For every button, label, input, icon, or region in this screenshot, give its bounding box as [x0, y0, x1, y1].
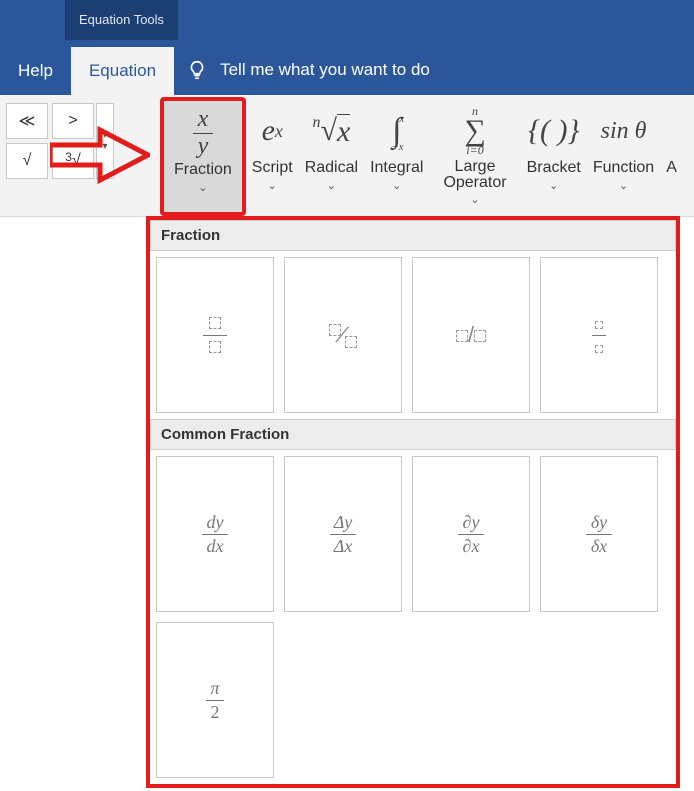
script-icon: ex [262, 103, 283, 159]
fraction-button-highlight: xy Fraction ⌄ [160, 97, 246, 216]
chevron-down-icon: ⌄ [619, 179, 628, 192]
fraction-Delta-y-Delta-x[interactable]: ΔyΔx [284, 456, 402, 612]
large-operator-label: Large Operator [443, 159, 506, 191]
script-button[interactable]: ex Script ⌄ [246, 97, 299, 216]
radical-button[interactable]: n√x Radical ⌄ [299, 97, 364, 216]
accent-label: A [666, 159, 677, 177]
sigma-icon: n ∑ i=0 [464, 103, 485, 159]
tab-equation[interactable]: Equation [71, 47, 174, 95]
dropdown-section-common: Common Fraction [150, 419, 676, 450]
bracket-button[interactable]: {( )} Bracket ⌄ [521, 97, 587, 216]
ribbon: ≪ > √ 3√ ▾▾ xy Fraction ⌄ ex Script ⌄ n√… [0, 95, 694, 217]
fraction-stacked[interactable] [156, 257, 274, 413]
fraction-partial-y-partial-x[interactable]: ∂y∂x [412, 456, 530, 612]
symbols-gallery[interactable]: ≪ > √ 3√ [4, 97, 96, 216]
symbol-box[interactable]: > [52, 103, 94, 139]
function-icon: sin θ [601, 103, 647, 159]
fraction-small[interactable] [540, 257, 658, 413]
fraction-dy-dx[interactable]: dydx [156, 456, 274, 612]
large-operator-button[interactable]: n ∑ i=0 Large Operator ⌄ [429, 97, 520, 216]
function-button[interactable]: sin θ Function ⌄ [587, 97, 660, 216]
script-label: Script [252, 159, 293, 177]
tab-help[interactable]: Help [0, 47, 71, 95]
chevron-down-icon: ⌄ [549, 179, 558, 192]
function-label: Function [593, 159, 654, 177]
bracket-icon: {( )} [528, 103, 579, 159]
symbols-more[interactable]: ▾▾ [96, 103, 114, 179]
integral-icon: ∫x−x [392, 103, 401, 159]
chevron-down-icon: ⌄ [327, 179, 336, 192]
fraction-button[interactable]: xy Fraction ⌄ [164, 101, 242, 194]
symbol-box[interactable]: 3√ [52, 143, 94, 179]
chevron-down-icon: ⌄ [268, 179, 277, 192]
fraction-skewed[interactable]: ∕ [284, 257, 402, 413]
fraction-icon: xy [193, 105, 213, 161]
symbol-box[interactable]: √ [6, 143, 48, 179]
fraction-label: Fraction [174, 161, 232, 179]
radical-label: Radical [305, 159, 358, 177]
contextual-tab-label: Equation Tools [65, 0, 178, 40]
symbol-box[interactable]: ≪ [6, 103, 48, 139]
tell-me-search[interactable]: Tell me what you want to do [174, 59, 442, 95]
ribbon-tabs: Help Equation Tell me what you want to d… [0, 40, 694, 95]
chevron-down-icon: ⌄ [470, 193, 479, 206]
fraction-delta-y-delta-x[interactable]: δyδx [540, 456, 658, 612]
radical-icon: n√x [312, 103, 350, 159]
lightbulb-icon [186, 59, 208, 81]
integral-button[interactable]: ∫x−x Integral ⌄ [364, 97, 429, 216]
chevron-down-icon: ⌄ [392, 179, 401, 192]
fraction-linear[interactable]: / [412, 257, 530, 413]
bracket-label: Bracket [527, 159, 581, 177]
fraction-pi-2[interactable]: π2 [156, 622, 274, 778]
fraction-dropdown: Fraction ∕ / Common Fraction dydx ΔyΔx ∂… [146, 216, 680, 788]
tell-me-text: Tell me what you want to do [220, 60, 430, 80]
integral-label: Integral [370, 159, 423, 177]
chevron-down-icon: ⌄ [198, 181, 207, 194]
dropdown-section-fraction: Fraction [150, 220, 676, 251]
accent-button[interactable]: A [660, 97, 677, 216]
